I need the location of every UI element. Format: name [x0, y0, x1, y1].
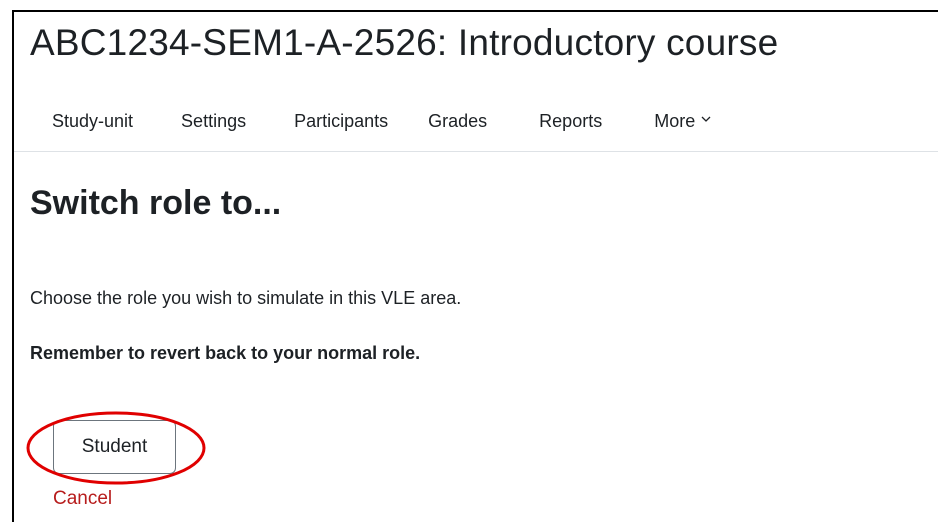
nav-item-participants[interactable]: Participants [294, 111, 388, 132]
nav-item-grades[interactable]: Grades [428, 111, 487, 132]
intro-text: Choose the role you wish to simulate in … [30, 288, 462, 308]
page-title: Switch role to... [30, 184, 282, 222]
chevron-down-icon [701, 116, 711, 122]
nav-item-more[interactable]: More [654, 111, 711, 132]
nav-item-study-unit[interactable]: Study-unit [52, 111, 133, 132]
nav-item-more-label: More [654, 110, 696, 131]
nav-item-settings[interactable]: Settings [181, 111, 246, 132]
nav-divider [14, 151, 938, 152]
student-role-button[interactable]: Student [53, 420, 176, 474]
cancel-link[interactable]: Cancel [53, 488, 112, 510]
nav-item-reports[interactable]: Reports [539, 111, 602, 132]
reminder-text: Remember to revert back to your normal r… [30, 343, 421, 363]
course-title: ABC1234-SEM1-A-2526: Introductory course [30, 22, 779, 63]
course-navigation: Study-unit Settings Participants Grades … [30, 108, 711, 134]
